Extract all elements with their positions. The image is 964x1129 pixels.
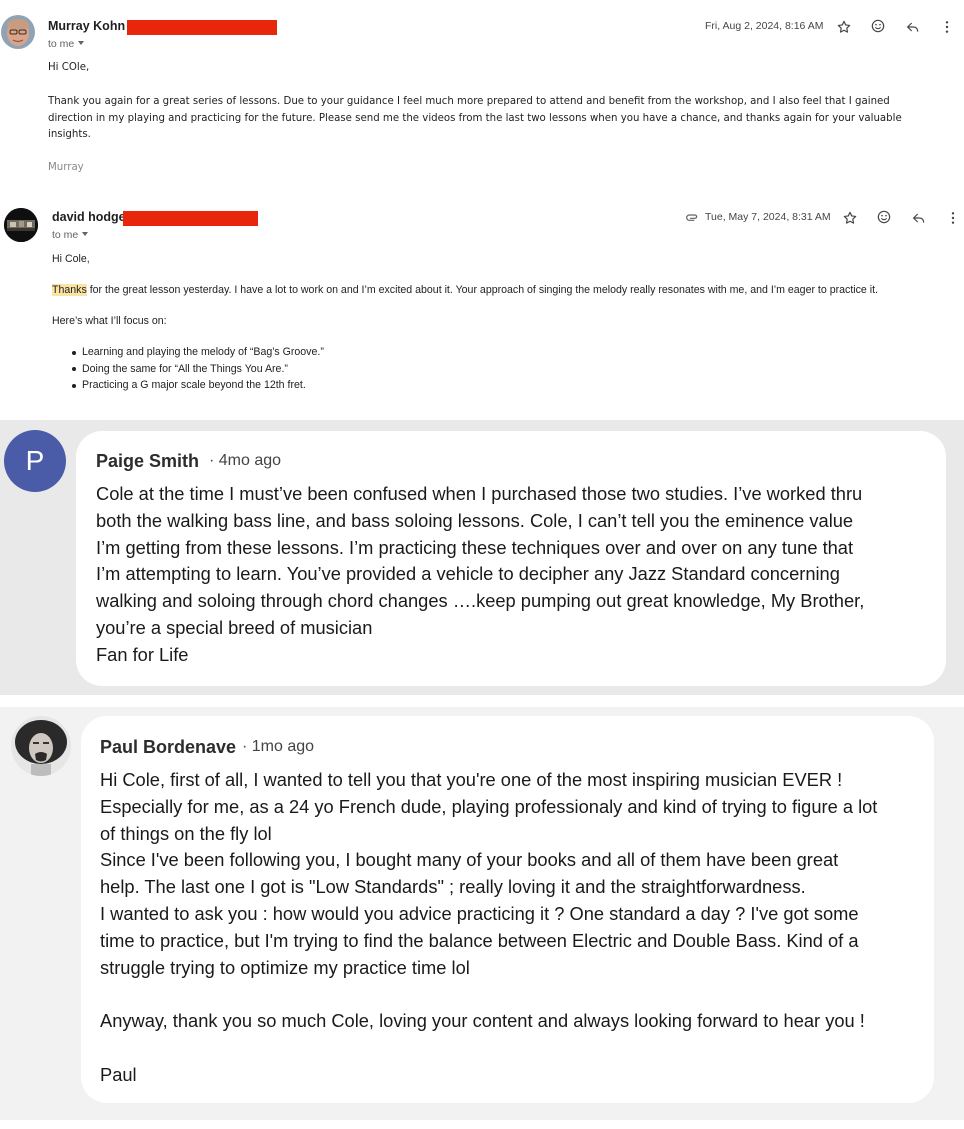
comment-text: Hi Cole, first of all, I wanted to tell … — [100, 767, 877, 1089]
comment-time: · 4mo ago — [209, 452, 282, 469]
comment-line: walking and soloing through chord change… — [96, 590, 865, 612]
sender-avatar[interactable] — [1, 15, 35, 49]
focus-intro: Here’s what I’ll focus on: — [52, 315, 167, 327]
redaction-bar — [123, 211, 258, 226]
sender-name[interactable]: david hodge — [52, 210, 126, 224]
email-greeting: Hi COle, — [48, 62, 90, 73]
recipient-label: to me — [52, 229, 79, 241]
comment-time: · 1mo ago — [242, 738, 315, 755]
sender-avatar[interactable] — [4, 208, 38, 242]
recipient-dropdown[interactable]: to me — [52, 229, 89, 241]
body-line: direction in my playing and practicing f… — [48, 112, 902, 124]
comment-line: Paul — [100, 1063, 137, 1085]
redaction-bar — [127, 20, 277, 35]
comment-line: Cole at the time I must’ve been confused… — [96, 483, 863, 504]
list-item: Learning and playing the melody of “Bag’… — [72, 344, 324, 361]
focus-list: Learning and playing the melody of “Bag’… — [72, 344, 324, 394]
star-icon[interactable] — [841, 209, 859, 227]
email-date: Tue, May 7, 2024, 8:31 AM — [705, 211, 831, 223]
avatar[interactable]: P — [4, 430, 66, 492]
body-text: for the great lesson yesterday. I have a… — [86, 284, 878, 296]
comment-line: struggle trying to optimize my practice … — [100, 956, 470, 978]
comment-line: I wanted to ask you : how would you advi… — [100, 902, 859, 924]
comment-line — [100, 981, 877, 1008]
divider — [0, 1120, 964, 1129]
comment-line: I’m getting from these lessons. I’m prac… — [96, 536, 854, 558]
comment-author[interactable]: Paul Bordenave — [100, 737, 236, 758]
caret-down-icon — [82, 232, 89, 236]
comment-line: Anyway, thank you so much Cole, loving y… — [100, 1010, 865, 1032]
comment-line: time to practice, but I'm trying to find… — [100, 929, 859, 951]
sender-name[interactable]: Murray Kohn — [48, 19, 125, 33]
avatar[interactable] — [11, 716, 71, 776]
recipient-label: to me — [48, 38, 75, 50]
reply-icon[interactable] — [910, 209, 928, 227]
comment-line: I’m attempting to learn. You’ve provided… — [96, 563, 840, 585]
comment-line: Fan for Life — [96, 643, 189, 665]
emoji-icon[interactable] — [875, 208, 893, 226]
email-greeting: Hi Cole, — [52, 253, 90, 265]
comment-line: you’re a special breed of musician — [96, 616, 373, 638]
body-line: Thank you again for a great series of le… — [48, 96, 890, 107]
comment-author[interactable]: Paige Smith — [96, 451, 199, 472]
reply-icon[interactable] — [904, 18, 922, 36]
comment-line: Especially for me, as a 24 yo French dud… — [100, 795, 878, 817]
recipient-dropdown[interactable]: to me — [48, 38, 85, 50]
comment-line: of things on the fly lol — [100, 822, 272, 844]
email-message-2: david hodge to me Tue, May 7, 2024, 8:31… — [0, 195, 964, 420]
comment-text: Cole at the time I must’ve been confused… — [96, 481, 864, 669]
comment-line: Hi Cole, first of all, I wanted to tell … — [100, 769, 843, 790]
emoji-icon[interactable] — [869, 17, 887, 35]
more-vert-icon[interactable] — [944, 209, 962, 227]
more-vert-icon[interactable] — [938, 18, 956, 36]
list-item: Doing the same for “All the Things You A… — [72, 361, 324, 378]
comment-line: Since I've been following you, I bought … — [100, 849, 839, 871]
star-icon[interactable] — [835, 18, 853, 36]
email-body: Thank you again for a great series of le… — [48, 94, 948, 144]
email-signature: Murray — [48, 162, 84, 173]
comment-line: both the walking bass line, and bass sol… — [96, 509, 854, 531]
email-date: Fri, Aug 2, 2024, 8:16 AM — [705, 20, 824, 32]
comment-line — [100, 1035, 877, 1062]
comment-line: help. The last one I got is "Low Standar… — [100, 876, 806, 898]
divider — [0, 695, 964, 707]
highlighted-word: Thanks — [52, 284, 87, 296]
caret-down-icon — [78, 41, 85, 45]
email-body-line: Thanks for the great lesson yesterday. I… — [52, 284, 878, 296]
list-item: Practicing a G major scale beyond the 12… — [72, 377, 324, 394]
email-message-1: Murray Kohn to me Fri, Aug 2, 2024, 8:16… — [0, 0, 964, 195]
body-line: insights. — [48, 129, 91, 141]
attachment-icon — [683, 208, 701, 226]
